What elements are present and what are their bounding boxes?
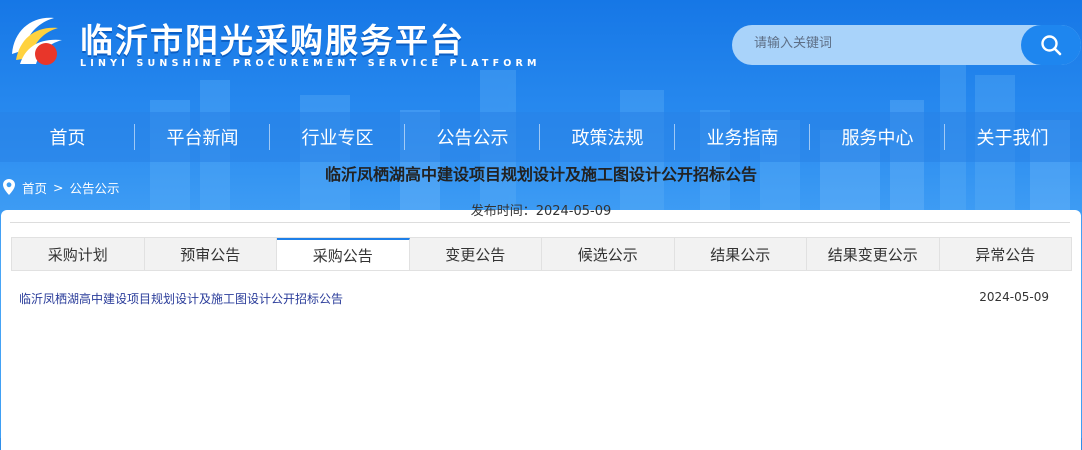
nav-item-home[interactable]: 首页: [0, 112, 135, 162]
site-subtitle: LINYI SUNSHINE PROCUREMENT SERVICE PLATF…: [80, 58, 541, 69]
site-logo[interactable]: [6, 10, 70, 74]
tab-change-announcement[interactable]: 变更公告: [410, 238, 542, 270]
announcement-tabs: 采购计划 预审公告 采购公告 变更公告 候选公示 结果公示 结果变更公示 异常公…: [11, 237, 1072, 271]
nav-item-about-us[interactable]: 关于我们: [945, 112, 1080, 162]
content-panel: 采购计划 预审公告 采购公告 变更公告 候选公示 结果公示 结果变更公示 异常公…: [1, 210, 1081, 450]
article-title: 临沂凤栖湖高中建设项目规划设计及施工图设计公开招标公告: [324, 165, 757, 184]
tab-result-publicity[interactable]: 结果公示: [675, 238, 807, 270]
search-input[interactable]: [754, 36, 1004, 51]
tab-result-change-publicity[interactable]: 结果变更公示: [807, 238, 940, 270]
nav-item-business-guide[interactable]: 业务指南: [675, 112, 810, 162]
site-title: 临沂市阳光采购服务平台: [80, 21, 465, 60]
list-item-date: 2024-05-09: [979, 290, 1049, 304]
article-divider: [10, 222, 1070, 223]
nav-item-policies[interactable]: 政策法规: [540, 112, 675, 162]
search-button[interactable]: [1021, 25, 1081, 65]
tab-procurement-announcement[interactable]: 采购公告: [277, 238, 410, 270]
tab-prequalification[interactable]: 预审公告: [145, 238, 277, 270]
tab-procurement-plan[interactable]: 采购计划: [12, 238, 145, 270]
tab-candidate-publicity[interactable]: 候选公示: [542, 238, 675, 270]
nav-item-industry-zone[interactable]: 行业专区: [270, 112, 405, 162]
nav-item-service-center[interactable]: 服务中心: [810, 112, 945, 162]
sunburst-logo-icon: [12, 17, 62, 65]
list-item: 临沂凤栖湖高中建设项目规划设计及施工图设计公开招标公告 2024-05-09: [19, 290, 1049, 310]
nav-item-announcements[interactable]: 公告公示: [405, 112, 540, 162]
list-item-title-link[interactable]: 临沂凤栖湖高中建设项目规划设计及施工图设计公开招标公告: [19, 290, 343, 307]
main-nav: 首页 平台新闻 行业专区 公告公示 政策法规 业务指南 服务中心 关于我们: [0, 112, 1082, 162]
search-icon: [1041, 35, 1062, 56]
nav-item-platform-news[interactable]: 平台新闻: [135, 112, 270, 162]
article-publish-time: 发布时间：2024-05-09: [470, 204, 612, 219]
search-box: [732, 25, 1081, 65]
tab-abnormal-announcement[interactable]: 异常公告: [940, 238, 1072, 270]
